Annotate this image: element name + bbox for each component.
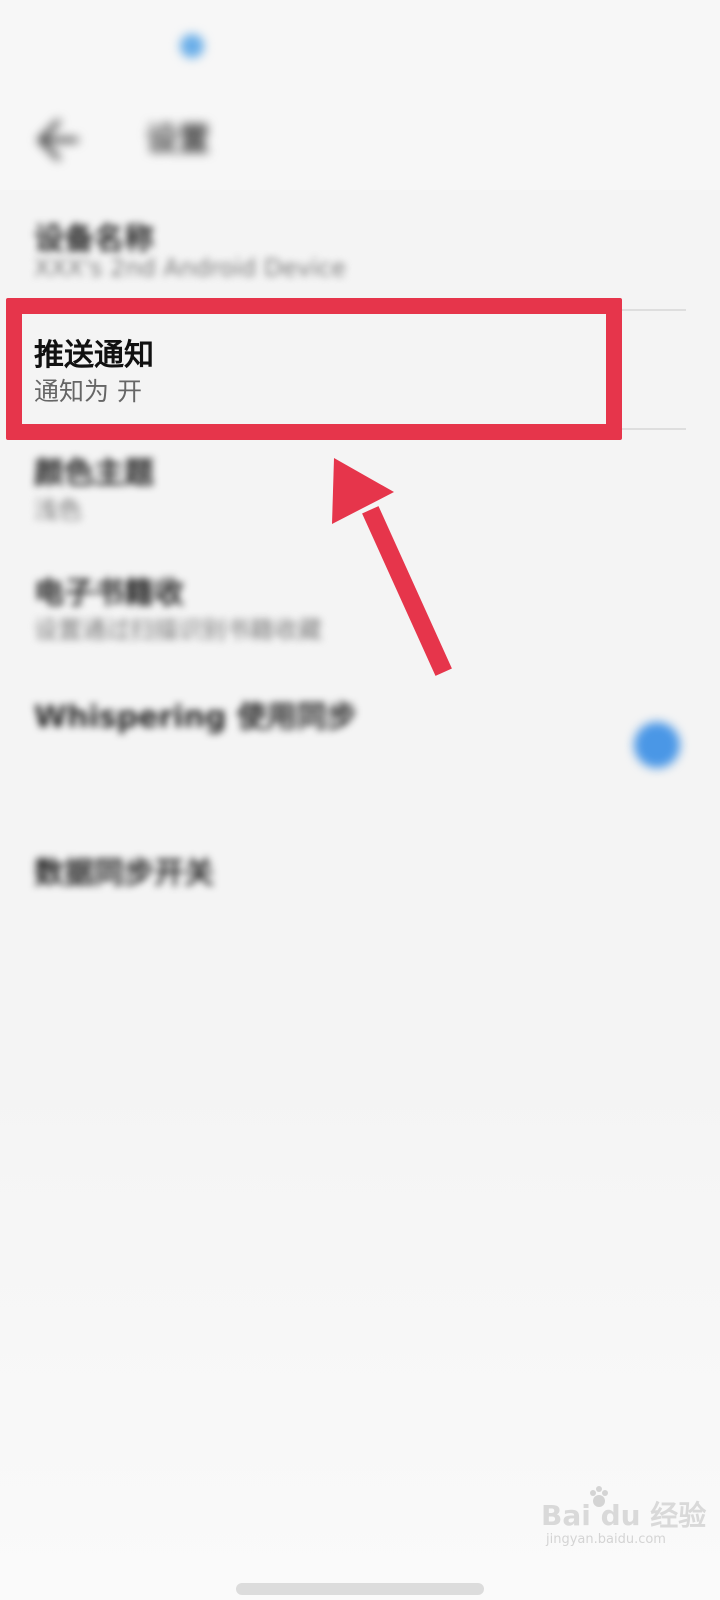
setting-title: 数据同步开关 bbox=[34, 856, 214, 891]
setting-title: 电子书籍收 bbox=[34, 576, 184, 611]
setting-sync[interactable]: Whispering 使用同步 bbox=[0, 672, 720, 812]
back-arrow-icon[interactable] bbox=[28, 112, 84, 168]
highlight-box bbox=[6, 298, 622, 440]
setting-subtitle: 浅色 bbox=[34, 496, 82, 524]
setting-title: Whispering 使用同步 bbox=[34, 700, 357, 735]
setting-subtitle: XXX's 2nd Android Device bbox=[34, 254, 346, 282]
page-title: 设置 bbox=[146, 120, 211, 158]
app-bar: 设置 bbox=[0, 90, 720, 190]
status-notification-icon bbox=[180, 34, 204, 58]
status-bar bbox=[0, 0, 720, 90]
watermark-brand: Bai du 经验 bbox=[541, 1499, 707, 1532]
pointer-arrow-icon bbox=[332, 458, 452, 676]
watermark-url: jingyan.baidu.com bbox=[546, 1532, 666, 1547]
setting-subtitle: 设置通过扫描识别书籍收藏 bbox=[34, 616, 322, 644]
setting-device-name[interactable]: 设备名称 XXX's 2nd Android Device bbox=[0, 196, 720, 311]
sync-toggle-switch[interactable] bbox=[634, 722, 680, 768]
setting-data-sync[interactable]: 数据同步开关 bbox=[0, 832, 720, 952]
setting-title: 设备名称 bbox=[34, 222, 154, 257]
home-indicator[interactable] bbox=[236, 1583, 484, 1595]
setting-title: 颜色主题 bbox=[34, 456, 154, 491]
